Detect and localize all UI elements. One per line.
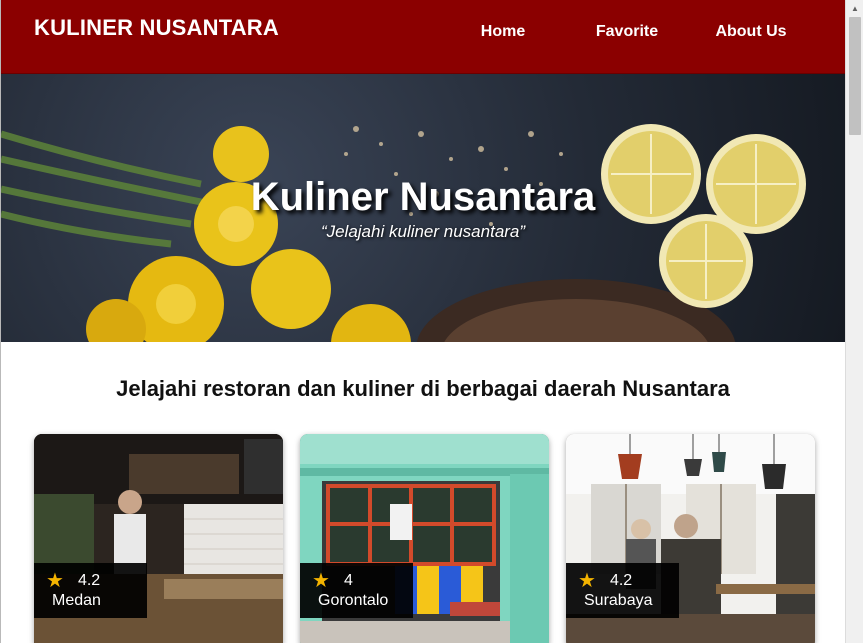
section-heading: Jelajahi restoran dan kuliner di berbaga…	[116, 376, 730, 401]
city-label: Gorontalo	[318, 592, 389, 609]
scroll-thumb[interactable]	[849, 17, 861, 135]
restaurant-list: ★ 4.2 Medan ★ 4 Gorontalo ★ 4.2 Surabaya	[34, 434, 815, 643]
hero-banner: Kuliner Nusantara “Jelajahi kuliner nusa…	[1, 74, 845, 342]
restaurant-card-medan[interactable]: ★ 4.2 Medan	[34, 434, 283, 643]
brand-title[interactable]: KULINER NUSANTARA	[34, 15, 279, 41]
restaurant-card-surabaya[interactable]: ★ 4.2 Surabaya	[566, 434, 815, 643]
nav-home[interactable]: Home	[441, 0, 565, 63]
hero-tagline: “Jelajahi kuliner nusantara”	[320, 222, 526, 241]
restaurant-card-gorontalo[interactable]: ★ 4 Gorontalo	[300, 434, 549, 643]
rating-row: ★ 4.2	[578, 570, 633, 592]
star-icon: ★	[312, 570, 330, 592]
page-scrollbar[interactable]: ▲	[845, 0, 863, 643]
city-label: Medan	[52, 592, 101, 609]
rating-badge: ★ 4.2 Surabaya	[566, 563, 679, 618]
app-bar: KULINER NUSANTARA Home Favorite About Us	[1, 0, 845, 74]
star-icon: ★	[578, 570, 596, 592]
page-viewport: KULINER NUSANTARA Home Favorite About Us	[0, 0, 845, 643]
rating-badge: ★ 4.2 Medan	[34, 563, 147, 618]
hero-title: Kuliner Nusantara	[250, 175, 596, 219]
rating-row: ★ 4	[312, 570, 353, 592]
nav-about-us[interactable]: About Us	[689, 0, 813, 63]
nav-favorite[interactable]: Favorite	[565, 0, 689, 63]
rating-value: 4.2	[609, 572, 633, 589]
city-label: Surabaya	[584, 592, 653, 609]
rating-row: ★ 4.2	[46, 570, 101, 592]
scroll-up-arrow-icon[interactable]: ▲	[846, 0, 863, 17]
star-icon: ★	[46, 570, 64, 592]
main-nav: Home Favorite About Us	[441, 0, 813, 63]
rating-value: 4.2	[77, 572, 101, 589]
rating-value: 4	[343, 572, 353, 589]
rating-badge: ★ 4 Gorontalo	[300, 563, 413, 618]
